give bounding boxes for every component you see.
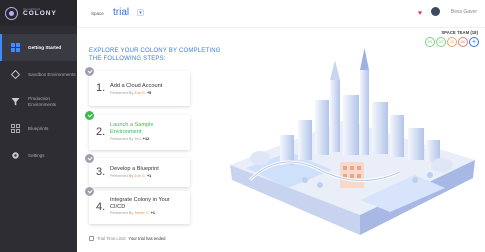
trial-prefix: Trial Time Limit: [97, 236, 127, 241]
sidebar-item-sandbox[interactable]: Sandbox Environments [0, 61, 77, 88]
intro-heading: EXPLORE YOUR COLONY BY COMPLETING THE FO… [89, 48, 221, 62]
step-card-4[interactable]: 4. Integrate Colony in Your CI/CD Perfor… [84, 186, 190, 224]
blueprint-icon [11, 124, 20, 133]
step-title: Develop a Blueprint [110, 166, 159, 172]
sidebar-item-label: Sandbox Environments [28, 71, 76, 77]
step-meta-name: Zoe G. [134, 174, 146, 178]
step-meta: Performed By Zoe G. +1 [110, 174, 151, 178]
step-title: Add a Cloud Account [110, 83, 163, 89]
step-status-icon [84, 186, 95, 197]
gear-icon [11, 151, 20, 160]
step-card-2[interactable]: 2. Launch a Sample Environment Performed… [84, 110, 190, 150]
step-number: 4. [96, 201, 106, 213]
step-number: 1. [96, 82, 106, 94]
sidebar-item-blueprints[interactable]: Blueprints [0, 115, 77, 142]
grid-icon [11, 43, 20, 52]
step-meta-points: +12 [142, 137, 150, 141]
sidebar-item-label: Getting Started [28, 44, 62, 50]
step-meta-label: Performed By [110, 211, 134, 215]
cube-icon [11, 70, 20, 79]
avatar[interactable] [431, 7, 440, 16]
heart-icon[interactable]: ♥ [418, 10, 422, 17]
chevron-down-icon[interactable]: ▾ [137, 9, 144, 16]
calendar-icon [89, 236, 94, 241]
sidebar: CloudShell COLONY Getting Started Sandbo… [0, 0, 77, 252]
sidebar-item-production[interactable]: Production Environments [0, 88, 77, 115]
sidebar-item-label: Production Environments [28, 96, 57, 107]
step-meta-points: +5 [146, 91, 152, 95]
step-number: 2. [96, 126, 106, 138]
space-team-title: SPACE TEAM (18) [441, 30, 478, 35]
step-meta: Performed By Zoe G. +5 [110, 91, 151, 95]
step-meta-name: Tomer C. [134, 211, 150, 215]
step-meta-points: +1 [146, 174, 152, 178]
step-status-icon [84, 153, 95, 164]
step-title: Integrate Colony in Your CI/CD [110, 197, 170, 210]
trial-message: Your trial has ended [128, 236, 166, 241]
step-title: Launch a Sample Environment [110, 122, 154, 135]
sidebar-item-getting-started[interactable]: Getting Started [0, 34, 77, 61]
sidebar-item-label: Settings [28, 152, 45, 158]
step-meta-label: Performed By [110, 174, 134, 178]
brand[interactable]: CloudShell COLONY [0, 0, 77, 26]
colony-city-illustration [230, 48, 475, 235]
space-label: Space [91, 11, 104, 16]
sidebar-item-settings[interactable]: Settings [0, 142, 77, 169]
step-card-1[interactable]: 1. Add a Cloud Account Performed By Zoe … [84, 66, 190, 106]
user-name[interactable]: Bess Gaver [451, 9, 477, 15]
space-selector[interactable]: trial [113, 7, 129, 18]
step-meta-name: You, [134, 137, 142, 141]
sidebar-nav: Getting Started Sandbox Environments Pro… [0, 34, 77, 169]
sidebar-item-label: Blueprints [28, 125, 49, 131]
step-meta-label: Performed By [110, 137, 134, 141]
trial-status: Trial Time Limit: Your trial has ended [89, 236, 166, 241]
step-meta-label: Performed By [110, 91, 134, 95]
step-card-3[interactable]: 3. Develop a Blueprint Performed By Zoe … [84, 153, 190, 187]
colony-logo [5, 6, 18, 20]
step-meta-name: Zoe G. [134, 91, 146, 95]
funnel-icon [11, 97, 20, 106]
step-meta: Performed By You, +12 [110, 137, 149, 141]
top-bar: Space trial ▾ ♥ Bess Gaver [77, 0, 485, 28]
step-meta: Performed By Tomer C. +1 [110, 211, 155, 215]
step-number: 3. [96, 166, 106, 178]
step-status-icon [84, 110, 95, 121]
brand-name: COLONY [23, 10, 57, 18]
step-status-icon [84, 66, 95, 77]
step-meta-points: +1 [150, 211, 156, 215]
